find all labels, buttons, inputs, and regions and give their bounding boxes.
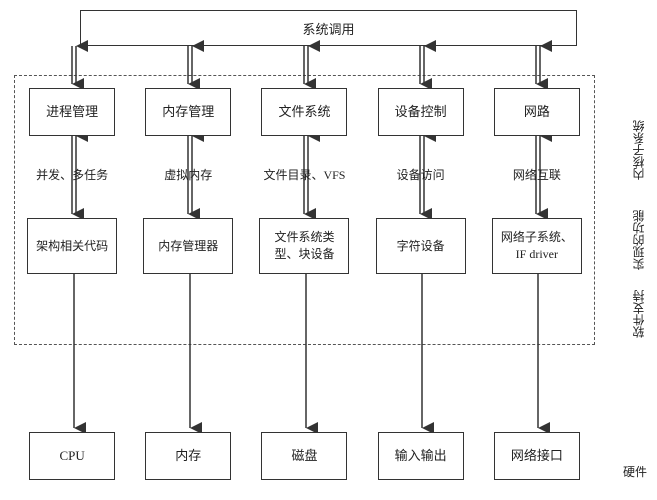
sw-boxes-row: 架构相关代码 内存管理器 文件系统类型、块设备 字符设备 网络子系统、IF dr…	[14, 218, 595, 274]
process-box: 进程管理	[29, 88, 115, 136]
network-box: 网路	[494, 88, 580, 136]
kernel-boxes-row: 进程管理 内存管理 文件系统 设备控制 网路	[14, 88, 595, 136]
syscall-label: 系统调用	[302, 19, 354, 38]
disk-box: 磁盘	[261, 432, 347, 480]
func-item-5: 网络互联	[487, 167, 587, 184]
func-item-3: 文件目录、VFS	[254, 167, 354, 184]
kernel-label: 内核子系统	[630, 120, 647, 180]
filesystem-box: 文件系统	[261, 88, 347, 136]
diagram: 系统调用	[0, 0, 657, 500]
device-box: 设备控制	[378, 88, 464, 136]
sw-box-3: 文件系统类型、块设备	[259, 218, 349, 274]
func-row: 并发、多任务 虚拟内存 文件目录、VFS 设备访问 网络互联	[14, 167, 595, 184]
sw-box-2: 内存管理器	[143, 218, 233, 274]
syscall-box: 系统调用	[80, 10, 577, 46]
hw-boxes-row: CPU 内存 磁盘 输入输出 网络接口	[14, 432, 595, 480]
netif-box: 网络接口	[494, 432, 580, 480]
memory-box: 内存管理	[145, 88, 231, 136]
cpu-box: CPU	[29, 432, 115, 480]
sw-box-4: 字符设备	[376, 218, 466, 274]
sw-box-1: 架构相关代码	[27, 218, 117, 274]
io-box: 输入输出	[378, 432, 464, 480]
func-item-4: 设备访问	[371, 167, 471, 184]
ram-box: 内存	[145, 432, 231, 480]
sw-box-5: 网络子系统、IF driver	[492, 218, 582, 274]
hw-label: 硬件	[623, 463, 647, 480]
func-item-2: 虚拟内存	[138, 167, 238, 184]
func-item-1: 并发、多任务	[22, 167, 122, 184]
sw-label: 软件支持	[630, 290, 647, 338]
func-label: 实现的功能	[630, 210, 647, 270]
